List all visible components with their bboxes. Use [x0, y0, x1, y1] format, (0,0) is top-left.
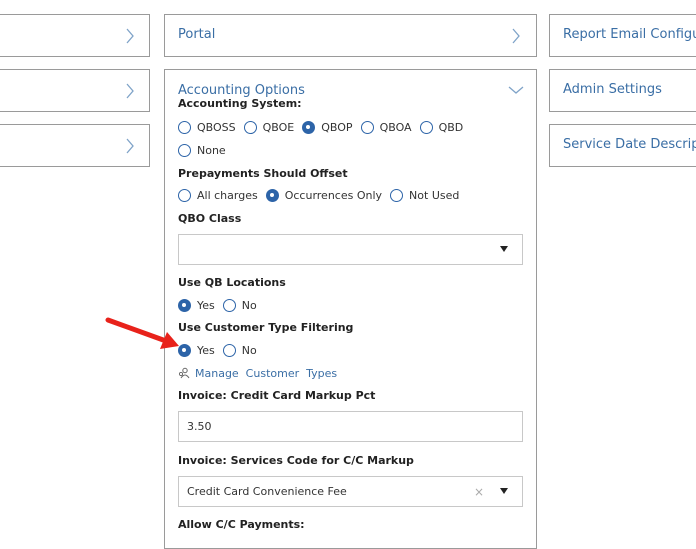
service-date-description-title: Service Date Descriptio: [563, 137, 696, 152]
radio-qboss[interactable]: QBOSS: [178, 121, 236, 134]
accounting-options-panel: Accounting Options Accounting System: QB…: [164, 69, 537, 549]
chevron-right-icon[interactable]: [125, 83, 135, 99]
left-panel-1[interactable]: [0, 14, 150, 57]
portal-panel[interactable]: Portal: [164, 14, 537, 57]
radio-occurrences-only[interactable]: Occurrences Only: [265, 189, 382, 202]
radio-not-used[interactable]: Not Used: [390, 189, 459, 202]
cc-services-code-select[interactable]: Credit Card Convenience Fee ×: [178, 476, 523, 507]
chevron-down-icon[interactable]: [508, 85, 524, 95]
accounting-system-radios-row2: None: [178, 144, 234, 157]
accounting-system-label: Accounting System:: [178, 97, 302, 110]
customer-type-filtering-radios: Yes No: [178, 344, 265, 357]
prepayments-radios: All charges Occurrences Only Not Used: [178, 189, 467, 202]
qbo-class-label: QBO Class: [178, 212, 242, 225]
cc-markup-pct-input[interactable]: 3.50: [178, 411, 523, 442]
caret-down-icon[interactable]: [500, 246, 508, 252]
chevron-right-icon[interactable]: [511, 28, 521, 44]
admin-settings-title: Admin Settings: [563, 82, 662, 97]
chevron-right-icon[interactable]: [125, 28, 135, 44]
qbo-class-select[interactable]: [178, 234, 523, 265]
report-email-config-title: Report Email Configur: [563, 27, 696, 42]
left-panel-2[interactable]: [0, 69, 150, 112]
admin-settings-panel[interactable]: Admin Settings: [549, 69, 696, 112]
radio-qbd[interactable]: QBD: [419, 121, 463, 134]
cc-markup-pct-label: Invoice: Credit Card Markup Pct: [178, 389, 376, 402]
radio-none[interactable]: None: [178, 144, 226, 157]
allow-cc-payments-label: Allow C/C Payments:: [178, 518, 305, 531]
left-panel-3[interactable]: [0, 124, 150, 167]
manage-customer-types-link[interactable]: Manage Customer Types: [178, 367, 337, 380]
radio-qb-locations-no[interactable]: No: [222, 299, 257, 312]
caret-down-icon[interactable]: [500, 488, 508, 494]
chevron-right-icon[interactable]: [125, 138, 135, 154]
prepayments-label: Prepayments Should Offset: [178, 167, 348, 180]
users-icon: [178, 367, 190, 379]
radio-qbop[interactable]: QBOP: [302, 121, 353, 134]
cc-markup-pct-value: 3.50: [187, 420, 212, 433]
qb-locations-radios: Yes No: [178, 299, 265, 312]
radio-qboe[interactable]: QBOE: [243, 121, 294, 134]
report-email-config-panel[interactable]: Report Email Configur: [549, 14, 696, 57]
radio-qboa[interactable]: QBOA: [360, 121, 412, 134]
manage-customer-types-label: Manage Customer Types: [195, 367, 338, 380]
radio-qb-locations-yes[interactable]: Yes: [178, 299, 215, 312]
service-date-description-panel[interactable]: Service Date Descriptio: [549, 124, 696, 167]
accounting-options-title[interactable]: Accounting Options: [178, 83, 305, 98]
cc-services-code-label: Invoice: Services Code for C/C Markup: [178, 454, 414, 467]
radio-customer-type-no[interactable]: No: [222, 344, 257, 357]
red-arrow-icon: [105, 317, 179, 349]
cc-services-code-value: Credit Card Convenience Fee: [187, 485, 347, 498]
customer-type-filtering-label: Use Customer Type Filtering: [178, 321, 354, 334]
radio-all-charges[interactable]: All charges: [178, 189, 258, 202]
portal-panel-title: Portal: [178, 27, 216, 42]
qb-locations-label: Use QB Locations: [178, 276, 286, 289]
clear-icon[interactable]: ×: [474, 485, 484, 499]
accounting-system-radios: QBOSS QBOE QBOP QBOA QBD: [178, 121, 471, 134]
